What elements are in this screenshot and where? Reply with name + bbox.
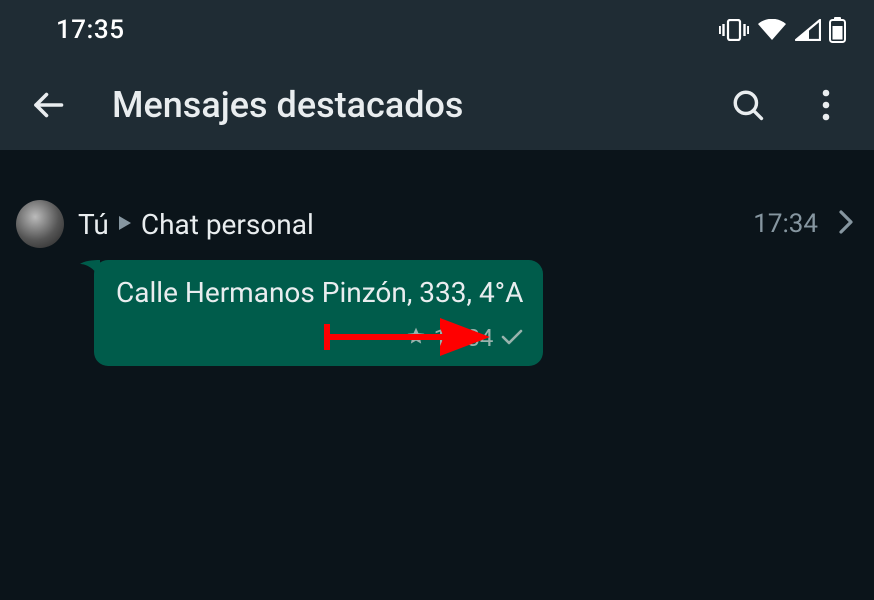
item-time: 17:34 xyxy=(753,209,818,239)
item-header: Tú Chat personal 17:34 xyxy=(12,194,862,260)
wifi-icon xyxy=(757,19,787,41)
app-bar: Mensajes destacados xyxy=(0,60,874,150)
sender-block: Tú Chat personal xyxy=(78,208,739,241)
bubble-tail xyxy=(80,260,100,284)
chat-name: Chat personal xyxy=(141,208,314,241)
more-vert-icon xyxy=(822,89,830,121)
sender-name: Tú xyxy=(78,208,109,241)
back-button[interactable] xyxy=(24,81,72,129)
more-button[interactable] xyxy=(802,81,850,129)
starred-list: Tú Chat personal 17:34 Calle Hermanos Pi… xyxy=(0,190,874,366)
page-title: Mensajes destacados xyxy=(112,84,694,126)
message-time: 17:34 xyxy=(434,322,494,354)
star-icon xyxy=(406,322,426,354)
message-text: Calle Hermanos Pinzón, 333, 4°A xyxy=(116,274,523,312)
starred-item[interactable]: Tú Chat personal 17:34 Calle Hermanos Pi… xyxy=(12,194,862,366)
triangle-right-icon xyxy=(119,214,131,235)
arrow-left-icon xyxy=(30,87,66,123)
vibrate-icon xyxy=(719,19,749,41)
signal-icon xyxy=(795,19,821,41)
status-bar: 17:35 xyxy=(0,0,874,60)
bubble-row: Calle Hermanos Pinzón, 333, 4°A 17:34 xyxy=(12,260,862,366)
battery-icon xyxy=(829,17,846,43)
message-bubble[interactable]: Calle Hermanos Pinzón, 333, 4°A 17:34 xyxy=(94,260,543,366)
search-icon xyxy=(731,88,765,122)
status-time: 17:35 xyxy=(56,15,124,45)
check-icon xyxy=(501,322,523,354)
avatar xyxy=(16,200,64,248)
search-button[interactable] xyxy=(724,81,772,129)
chevron-right-icon xyxy=(838,209,854,239)
message-meta: 17:34 xyxy=(116,322,523,354)
status-icons xyxy=(719,17,846,43)
